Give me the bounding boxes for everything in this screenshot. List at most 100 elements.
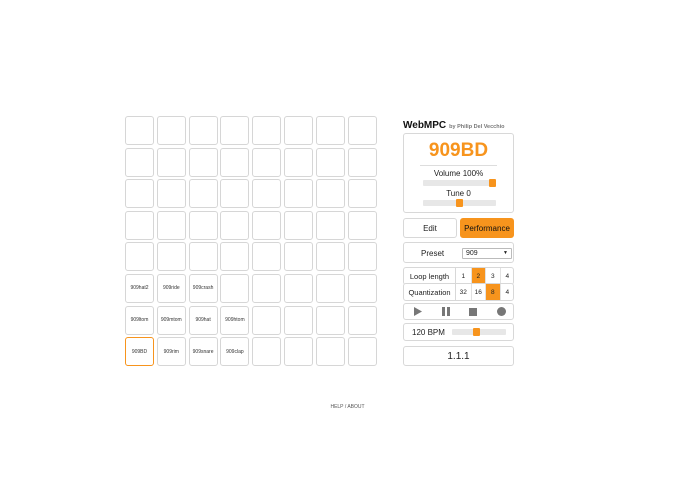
- pad[interactable]: [125, 179, 154, 209]
- record-icon: [496, 307, 506, 316]
- pad[interactable]: [283, 210, 313, 240]
- preset-label: Preset: [421, 249, 445, 258]
- pad[interactable]: [220, 210, 250, 240]
- pad[interactable]: [347, 210, 377, 240]
- preset-select[interactable]: 909 ▼: [462, 248, 512, 259]
- pad[interactable]: [252, 147, 282, 177]
- pad[interactable]: 909crash: [188, 273, 218, 303]
- pad[interactable]: [252, 305, 282, 335]
- pad[interactable]: [156, 242, 186, 272]
- pad[interactable]: [188, 147, 218, 177]
- chevron-down-icon: ▼: [503, 250, 508, 256]
- pad[interactable]: [156, 179, 186, 209]
- play-icon: [413, 307, 422, 316]
- quantization-option-4[interactable]: 4: [499, 284, 515, 300]
- bpm-slider-handle[interactable]: [473, 328, 481, 336]
- loop-length-option-3[interactable]: 3: [485, 268, 500, 284]
- pad[interactable]: [252, 242, 282, 272]
- pad[interactable]: [188, 210, 218, 240]
- pad[interactable]: [283, 147, 313, 177]
- pad[interactable]: [156, 210, 186, 240]
- pad-settings-panel: 909BD Volume 100% Tune 0: [403, 133, 514, 213]
- app-title: WebMPC: [403, 120, 447, 131]
- tune-slider[interactable]: [423, 199, 496, 207]
- pad[interactable]: [156, 147, 186, 177]
- pad[interactable]: 909BD: [125, 337, 154, 367]
- volume-slider-handle[interactable]: [489, 179, 496, 187]
- pad[interactable]: [188, 179, 218, 209]
- play-button[interactable]: [404, 304, 432, 319]
- pad[interactable]: [125, 116, 154, 145]
- pad[interactable]: [252, 337, 282, 367]
- pad[interactable]: [252, 116, 282, 145]
- performance-mode-button[interactable]: Performance: [460, 218, 514, 238]
- edit-mode-button[interactable]: Edit: [403, 218, 457, 238]
- pad[interactable]: [347, 179, 377, 209]
- pad[interactable]: [347, 273, 377, 303]
- pad[interactable]: [315, 337, 345, 367]
- pad[interactable]: [347, 147, 377, 177]
- pad[interactable]: [283, 242, 313, 272]
- pad[interactable]: [315, 179, 345, 209]
- pad[interactable]: 909snare: [188, 337, 218, 367]
- pad[interactable]: 909hat: [188, 305, 218, 335]
- pad[interactable]: [315, 273, 345, 303]
- pad[interactable]: [283, 116, 313, 145]
- pad[interactable]: [283, 273, 313, 303]
- pad[interactable]: [220, 242, 250, 272]
- pad[interactable]: 909ride: [156, 273, 186, 303]
- stop-button[interactable]: [460, 304, 488, 319]
- pause-button[interactable]: [432, 304, 460, 319]
- loop-length-option-4[interactable]: 4: [499, 268, 515, 284]
- pad[interactable]: [315, 210, 345, 240]
- pad[interactable]: [220, 116, 250, 145]
- pad[interactable]: [315, 305, 345, 335]
- pad[interactable]: [283, 179, 313, 209]
- divider: [420, 165, 497, 166]
- preset-row: Preset 909 ▼: [403, 242, 514, 263]
- pad[interactable]: [252, 210, 282, 240]
- transport-controls: [403, 303, 514, 320]
- pad-grid: 909hat2 909ride 909crash 909ltom 909mtom 909h…: [125, 116, 377, 367]
- pad[interactable]: [125, 147, 154, 177]
- pad[interactable]: 909hat2: [125, 273, 154, 303]
- app-brand: WebMPC by Philip Del Vecchio: [403, 115, 504, 133]
- pad[interactable]: [125, 210, 154, 240]
- pad[interactable]: [315, 116, 345, 145]
- pad[interactable]: [283, 337, 313, 367]
- pad[interactable]: [252, 179, 282, 209]
- pad[interactable]: [220, 273, 250, 303]
- quantization-option-16[interactable]: 16: [470, 284, 486, 300]
- tune-label: Tune 0: [446, 189, 471, 198]
- quantization-option-8[interactable]: 8: [485, 284, 500, 300]
- pad[interactable]: [252, 273, 282, 303]
- pad[interactable]: 909mtom: [156, 305, 186, 335]
- pad[interactable]: [220, 147, 250, 177]
- help-about-link[interactable]: HELP / ABOUT: [0, 404, 695, 410]
- pad[interactable]: [220, 179, 250, 209]
- pad[interactable]: [347, 116, 377, 145]
- pad[interactable]: [315, 242, 345, 272]
- pad[interactable]: [347, 242, 377, 272]
- bpm-label: 120 BPM: [412, 328, 445, 337]
- tune-slider-handle[interactable]: [456, 199, 463, 207]
- pad[interactable]: [347, 337, 377, 367]
- pad[interactable]: [283, 305, 313, 335]
- pad[interactable]: [347, 305, 377, 335]
- pad[interactable]: 909clap: [220, 337, 250, 367]
- pad[interactable]: [188, 242, 218, 272]
- pad[interactable]: 909htom: [220, 305, 250, 335]
- pad[interactable]: [156, 116, 186, 145]
- record-button[interactable]: [487, 304, 515, 319]
- pad[interactable]: 909rim: [156, 337, 186, 367]
- selected-pad-name: 909BD: [428, 140, 489, 161]
- bpm-slider[interactable]: [452, 328, 506, 336]
- loop-length-option-2[interactable]: 2: [470, 268, 485, 284]
- pad[interactable]: 909ltom: [125, 305, 154, 335]
- quantization-option-32[interactable]: 32: [456, 284, 471, 300]
- pad[interactable]: [125, 242, 154, 272]
- pad[interactable]: [315, 147, 345, 177]
- volume-slider[interactable]: [423, 179, 496, 187]
- pad[interactable]: [188, 116, 218, 145]
- loop-length-option-1[interactable]: 1: [456, 268, 471, 284]
